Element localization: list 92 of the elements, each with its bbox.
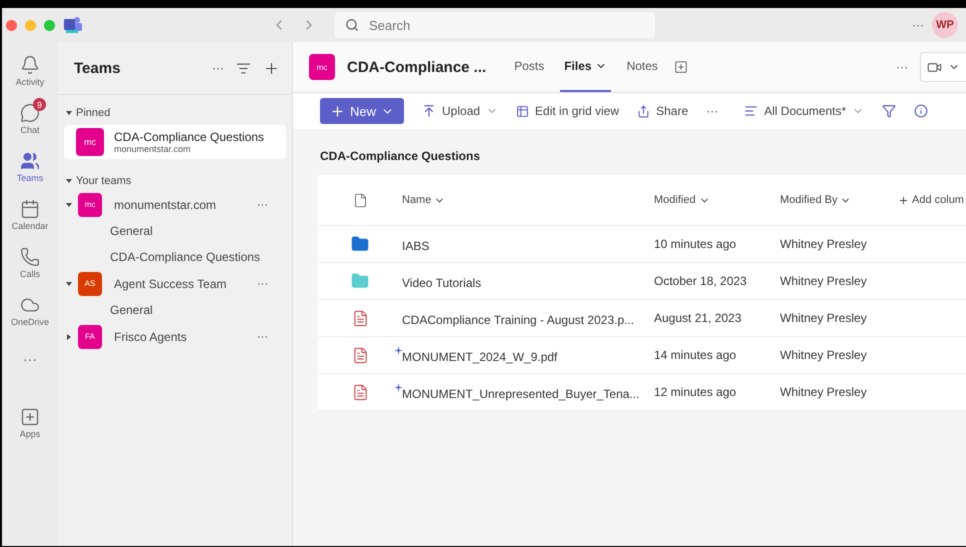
add-apps-icon [20, 407, 40, 427]
add-tab-icon[interactable] [674, 60, 688, 74]
channel-tab[interactable]: Notes [622, 42, 662, 92]
view-selector[interactable]: All Documents* [744, 104, 864, 118]
filter-icon[interactable] [236, 60, 251, 76]
caret-icon[interactable] [67, 334, 71, 340]
calendar-icon [20, 199, 40, 219]
column-header[interactable]: Name [402, 194, 654, 206]
pinned-channel[interactable]: mc CDA-Compliance Questions monumentstar.com [64, 125, 286, 159]
chat-icon [20, 103, 40, 123]
share-button[interactable]: Share [637, 104, 688, 118]
channel-item[interactable]: General [58, 297, 292, 323]
app-logo-icon [63, 16, 83, 34]
channel-item[interactable]: General [58, 218, 292, 244]
team-avatar: AS [78, 272, 102, 296]
library-title: CDA-Compliance Questions [320, 149, 480, 163]
user-avatar[interactable]: WP [932, 12, 958, 38]
channel-tab[interactable]: Posts [510, 42, 548, 92]
team-avatar: mc [78, 192, 102, 216]
info-icon[interactable] [914, 104, 928, 118]
section-label: Your teams [76, 175, 132, 187]
add-column-button[interactable]: Add colum [898, 194, 966, 206]
more-button[interactable]: ··· [257, 278, 268, 290]
modified-by: Whitney Presley [780, 385, 868, 399]
rail-item[interactable]: Teams [3, 146, 57, 188]
caret-icon[interactable] [66, 202, 72, 206]
file-name[interactable]: CDACompliance Training - August 2023.p... [402, 309, 654, 327]
pdf-file-icon [352, 310, 368, 326]
file-name[interactable]: IABS [402, 235, 654, 253]
team-avatar: mc [76, 128, 104, 156]
zoom-dot[interactable] [44, 20, 55, 30]
modified-by: Whitney Presley [780, 237, 868, 251]
more-button[interactable]: ··· [912, 18, 924, 32]
list-icon [744, 104, 758, 118]
sidebar-title: Teams [74, 60, 120, 76]
team-avatar: FA [78, 324, 102, 348]
share-icon [637, 104, 650, 118]
new-button[interactable]: New [320, 98, 404, 124]
teams-icon [20, 151, 40, 171]
more-apps-button[interactable]: ··· [3, 338, 57, 380]
channel-title: CDA-Compliance ... [347, 58, 486, 76]
modified-date: August 21, 2023 [654, 311, 742, 325]
search-icon [345, 18, 359, 32]
grid-view-button[interactable]: Edit in grid view [516, 104, 620, 118]
caret-icon[interactable] [66, 111, 72, 115]
caret-icon[interactable] [66, 282, 72, 286]
modified-by: Whitney Presley [780, 311, 868, 325]
modified-date: 10 minutes ago [654, 237, 738, 251]
plus-icon [898, 194, 909, 206]
team-name: monumentstar.com [114, 144, 192, 154]
column-header[interactable]: Modified By [780, 194, 898, 206]
more-button[interactable]: ··· [257, 330, 268, 342]
plus-icon [330, 104, 345, 118]
modified-by: Whitney Presley [780, 348, 868, 362]
team-name[interactable]: monumentstar.com [114, 198, 216, 212]
pdf-file-icon [352, 346, 368, 364]
section-label: Pinned [76, 107, 110, 119]
phone-icon [20, 247, 40, 267]
rail-item[interactable]: OneDrive [3, 290, 57, 332]
rail-item[interactable]: Activity [3, 50, 57, 92]
search-field[interactable]: Search [335, 12, 655, 38]
channel-item[interactable]: CDA-Compliance Questions [58, 244, 292, 270]
file-name[interactable]: Video Tutorials [402, 272, 654, 290]
more-button[interactable]: ··· [896, 60, 908, 74]
rail-item[interactable]: Calls [3, 242, 57, 284]
grid-icon [516, 104, 530, 118]
upload-button[interactable]: Upload [422, 104, 498, 118]
upload-icon [422, 104, 436, 118]
column-header[interactable]: Modified [654, 194, 780, 206]
team-avatar: mc [309, 54, 335, 80]
close-dot[interactable] [6, 20, 17, 30]
rail-item[interactable]: Calendar [3, 194, 57, 236]
team-name[interactable]: Agent Success Team [114, 276, 227, 290]
rail-item[interactable]: Apps [3, 402, 57, 444]
modified-date: 12 minutes ago [654, 385, 738, 399]
caret-icon[interactable] [66, 179, 72, 183]
modified-by: Whitney Presley [780, 274, 868, 288]
more-button[interactable]: ··· [212, 61, 224, 75]
more-button[interactable]: ··· [706, 104, 718, 118]
file-type-icon [352, 192, 368, 208]
channel-name: CDA-Compliance Questions [114, 130, 264, 144]
more-button[interactable]: ··· [257, 198, 268, 210]
modified-date: October 18, 2023 [654, 274, 748, 288]
modified-date: 14 minutes ago [654, 348, 738, 362]
meet-button[interactable] [920, 52, 966, 82]
team-name[interactable]: Frisco Agents [114, 330, 187, 344]
rail-item[interactable]: Chat 9 [3, 98, 57, 140]
minimize-dot[interactable] [25, 20, 36, 30]
filter-icon[interactable] [882, 104, 896, 118]
unread-badge: 9 [33, 98, 46, 111]
pdf-file-icon [352, 384, 368, 400]
bell-icon [20, 55, 40, 75]
